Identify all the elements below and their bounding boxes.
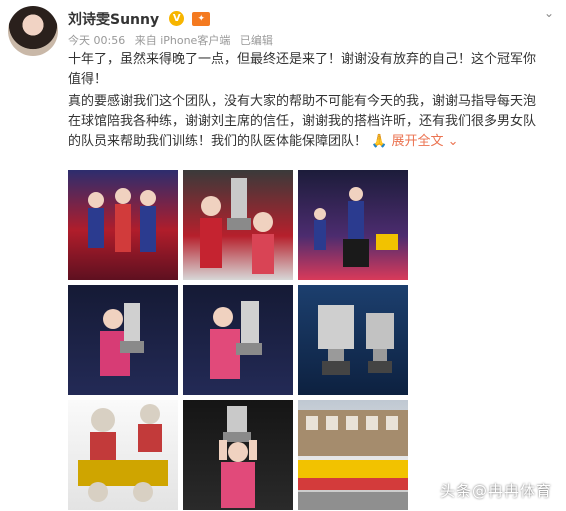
photo-8[interactable] <box>183 400 293 510</box>
expand-button[interactable]: 展开全文 ⌄ <box>391 134 458 149</box>
photo-9[interactable] <box>298 400 408 510</box>
post-text: 十年了，虽然来得晚了一点，但最终还是来了！谢谢没有放弃的自己！这个冠军你值得！ … <box>68 50 538 154</box>
edited-label: 已编辑 <box>239 34 273 47</box>
post-paragraph-1: 十年了，虽然来得晚了一点，但最终还是来了！谢谢没有放弃的自己！这个冠军你值得！ <box>68 52 537 87</box>
photo-6[interactable] <box>298 285 408 395</box>
photo-2[interactable] <box>183 170 293 280</box>
vip-icon: V <box>169 11 185 26</box>
photo-4[interactable] <box>68 285 178 395</box>
avatar[interactable] <box>8 6 58 56</box>
post-source: 来自 iPhone客户端 <box>134 34 231 47</box>
photo-1[interactable] <box>68 170 178 280</box>
logo-icon <box>415 481 436 501</box>
pray-icon: 🙏 <box>371 134 388 149</box>
post-meta: 今天 00:56 来自 iPhone客户端 已编辑 <box>68 32 279 48</box>
post-paragraph-2-text: 真的要感谢我们这个团队，没有大家的帮助不可能有今天的我，谢谢马指导每天泡在球馆陪… <box>68 94 537 149</box>
crown-icon: ✦ <box>192 11 211 26</box>
watermark-text: 头条@冉冉体育 <box>439 481 552 500</box>
photo-3[interactable] <box>298 170 408 280</box>
chevron-down-icon: ⌄ <box>447 134 459 149</box>
post-header: 刘诗雯Sunny V ✦ <box>68 8 211 29</box>
photo-5[interactable] <box>183 285 293 395</box>
post-time[interactable]: 今天 00:56 <box>68 34 125 47</box>
post-paragraph-2: 真的要感谢我们这个团队，没有大家的帮助不可能有今天的我，谢谢马指导每天泡在球馆陪… <box>68 92 538 152</box>
user-name[interactable]: 刘诗雯Sunny <box>68 9 159 29</box>
expand-label: 展开全文 <box>391 134 444 149</box>
chevron-down-icon[interactable]: ⌄ <box>544 6 554 20</box>
photo-7[interactable] <box>68 400 178 510</box>
watermark: 头条@冉冉体育 <box>415 480 552 501</box>
